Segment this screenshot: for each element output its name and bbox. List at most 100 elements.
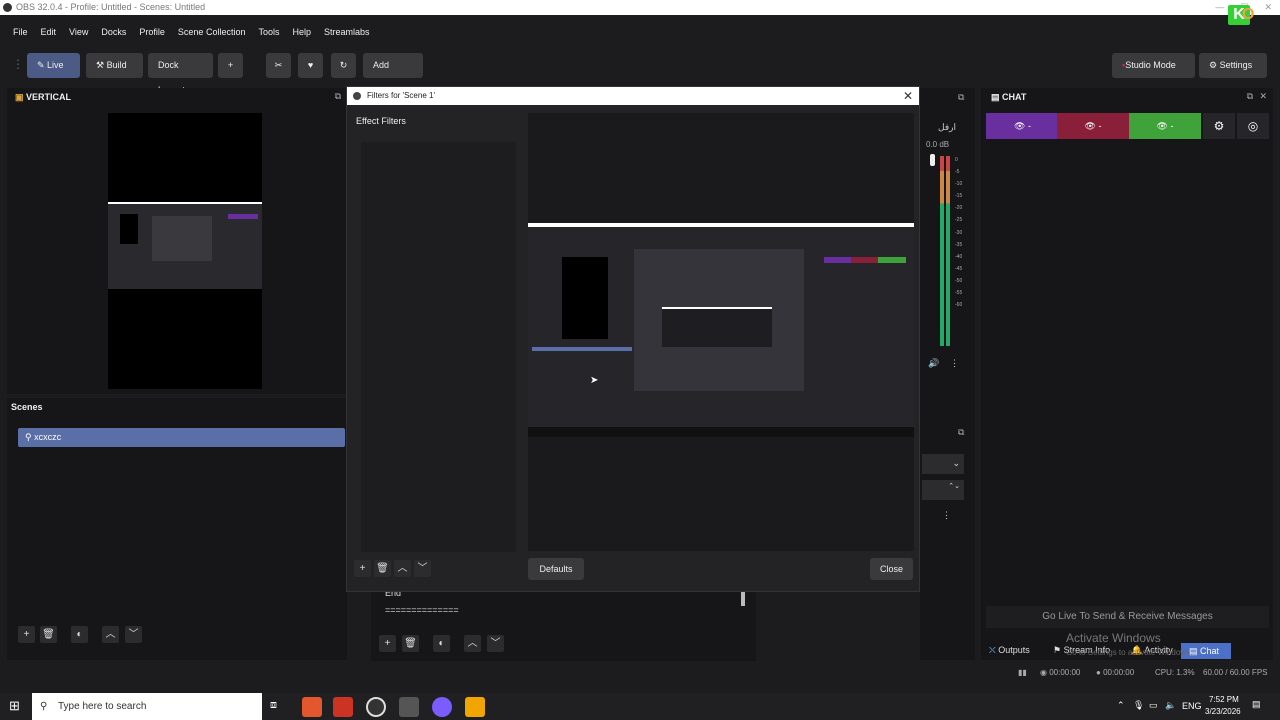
more-options-icon[interactable]: ⋮	[942, 510, 951, 521]
chat-bubble-icon: ▤	[991, 92, 1003, 102]
platform-youtube-button[interactable]: 👁 -	[1057, 113, 1129, 139]
tab-outputs[interactable]: ⛌ Outputs	[989, 645, 1030, 656]
obs-icon	[353, 92, 361, 100]
mouse-cursor-icon: ➤	[590, 375, 599, 386]
menu-tools[interactable]: Tools	[258, 23, 279, 41]
scene-item[interactable]: ⚲ xcxczc	[18, 428, 345, 447]
cpu-usage: CPU: 1.3%	[1155, 668, 1195, 677]
scene-filter-button[interactable]: ◐	[71, 626, 88, 643]
task-view-icon[interactable]: ⧈	[270, 699, 277, 712]
remove-source-icon[interactable]: 🗑	[402, 635, 419, 652]
volume-slider[interactable]	[930, 154, 935, 166]
tray-chevron-icon[interactable]: ⌃	[1117, 700, 1125, 711]
studio-mode-button[interactable]: ▪Studio Mode	[1112, 53, 1195, 78]
source-props-button[interactable]: ◐	[433, 635, 450, 652]
streamlabs-icon[interactable]	[465, 697, 485, 717]
move-up-button[interactable]: ︿	[102, 626, 119, 643]
menu-streamlabs[interactable]: Streamlabs	[324, 23, 370, 41]
defaults-button[interactable]: Defaults	[528, 558, 584, 580]
language-indicator[interactable]: ENG	[1182, 701, 1202, 711]
audio-source-label: ارفل	[938, 122, 956, 132]
panel-undock-icon[interactable]: ⧉	[958, 427, 964, 438]
add-source-button[interactable]: +	[379, 635, 396, 652]
clock-date[interactable]: 3/23/2026	[1205, 707, 1241, 716]
spin-box[interactable]: ⌃⌄	[922, 480, 964, 500]
chevron-down-icon: ⌄	[952, 458, 960, 468]
chat-header: ▤ CHAT	[991, 92, 1027, 102]
dialog-close-icon[interactable]: ✕	[903, 87, 913, 105]
hammer-icon: ⚒	[96, 60, 107, 70]
brave-browser-icon[interactable]	[302, 697, 322, 717]
filter-up-button[interactable]: ︿	[394, 560, 411, 577]
menu-edit[interactable]: Edit	[41, 23, 57, 41]
stream-time: ◉ 00:00:00	[1040, 668, 1081, 677]
scenes-panel: Scenes ⚲ xcxczc + 🗑 ◐ ︿ ﹀	[7, 398, 347, 660]
effect-filters-label: Effect Filters	[356, 116, 406, 126]
chat-undock-icon[interactable]: ⧉	[1247, 91, 1253, 102]
gear-icon: ⚙	[1209, 60, 1220, 70]
refresh-button[interactable]: ↻	[331, 53, 356, 78]
add-filter-button[interactable]: +	[354, 560, 371, 577]
video-editor-icon[interactable]	[333, 697, 353, 717]
menu-help[interactable]: Help	[292, 23, 311, 41]
speaker-icon[interactable]: 🔊	[928, 358, 939, 369]
kebab-menu-icon[interactable]: ⋮	[950, 358, 959, 369]
scrollbar[interactable]	[741, 590, 745, 606]
vertical-panel-header: ▣ VERTICAL	[15, 92, 72, 102]
close-window-icon[interactable]: ✕	[1264, 0, 1272, 15]
scissors-icon: ✂	[274, 60, 283, 70]
meter-ticks: 0 -5 -10 -15 -20 -25 -30 -35 -40 -45 -50 -55 -60	[955, 157, 963, 309]
dropdown[interactable]: ⌄	[922, 454, 964, 474]
menu-docks[interactable]: Docks	[101, 23, 126, 41]
menu-file[interactable]: File	[13, 23, 28, 41]
trash-icon[interactable]: 🗑	[40, 626, 57, 643]
build-button[interactable]: ⚒ Build	[86, 53, 143, 78]
undock-icon[interactable]: ⧉	[335, 91, 341, 102]
heart-button[interactable]: ♥	[298, 53, 323, 78]
obs-taskbar-icon[interactable]	[366, 697, 386, 717]
o-overlay-icon: O	[1242, 6, 1255, 23]
windows-start-icon[interactable]: ⊞	[9, 698, 20, 714]
menu-scene-collection[interactable]: Scene Collection	[178, 23, 246, 41]
network-icon[interactable]: ▭	[1149, 700, 1158, 711]
source-up-button[interactable]: ︿	[464, 635, 481, 652]
menu-profile[interactable]: Profile	[139, 23, 165, 41]
add-layout-button[interactable]: +	[218, 53, 243, 78]
minimize-icon[interactable]: —	[1215, 0, 1224, 15]
settings-button[interactable]: ⚙ Settings	[1199, 53, 1267, 78]
taskbar: ⊞ ⚲ Type here to search ⧈ ⌃ 🎙 ▭ 🔈 ENG 7:…	[0, 693, 1280, 720]
add-canvas-button[interactable]: Add Canvas	[363, 53, 423, 95]
tools-button[interactable]: ✂	[266, 53, 291, 78]
menu-view[interactable]: View	[69, 23, 88, 41]
mixer-panel: ⧉ ارفل 0.0 dB 0 -5 -10 -15 -20 -25 -30 -35 -40 -4…	[920, 88, 975, 660]
taskbar-search-input[interactable]: ⚲ Type here to search	[32, 693, 262, 720]
chat-settings-button[interactable]: ⚙	[1203, 113, 1235, 139]
chat-close-icon[interactable]: ✕	[1259, 91, 1267, 102]
record-time: ● 00:00:00	[1096, 668, 1135, 677]
filter-preview: ➤	[528, 113, 914, 551]
vertical-preview[interactable]	[108, 113, 262, 389]
source-down-button[interactable]: ﹀	[487, 635, 504, 652]
add-scene-button[interactable]: +	[18, 626, 35, 643]
messenger-icon[interactable]	[432, 697, 452, 717]
filter-down-button[interactable]: ﹀	[414, 560, 431, 577]
delete-filter-icon[interactable]: 🗑	[374, 560, 391, 577]
clock-time[interactable]: 7:52 PM	[1209, 695, 1239, 704]
dock-layout-button[interactable]: Dock Layout	[148, 53, 213, 95]
mic-icon[interactable]: 🎙	[1133, 700, 1144, 711]
volume-icon[interactable]: 🔈	[1165, 700, 1176, 711]
platform-kick-button[interactable]: 👁 -	[1129, 113, 1201, 139]
close-button[interactable]: Close	[870, 558, 913, 580]
eye-icon: 👁 -	[1156, 121, 1174, 131]
chat-input[interactable]: Go Live To Send & Receive Messages	[986, 606, 1269, 628]
move-down-button[interactable]: ﹀	[125, 626, 142, 643]
platform-twitch-button[interactable]: 👁 -	[986, 113, 1059, 139]
filters-list[interactable]	[361, 142, 516, 552]
monitor-icon: ▣	[15, 92, 27, 102]
chat-popout-button[interactable]: ◎	[1237, 113, 1269, 139]
live-button[interactable]: ✎ Live	[27, 53, 80, 78]
app-cube-icon[interactable]	[399, 697, 419, 717]
notification-icon[interactable]: ▤	[1252, 699, 1261, 710]
scenes-header: Scenes	[11, 402, 43, 412]
mixer-undock-icon[interactable]: ⧉	[958, 92, 964, 103]
